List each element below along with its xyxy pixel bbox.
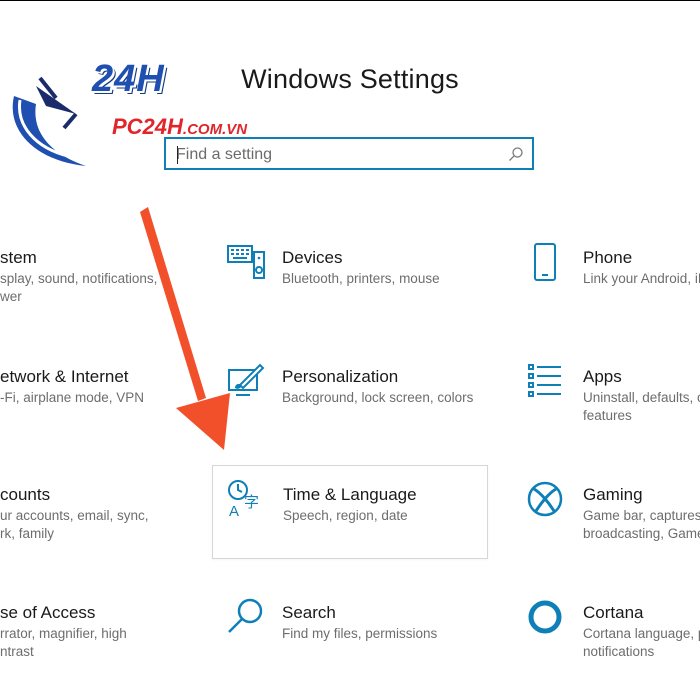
svg-text:字: 字 bbox=[244, 493, 259, 511]
tile-accounts[interactable]: counts ur accounts, email, sync, rk, fam… bbox=[0, 475, 202, 565]
paintbrush-monitor-icon bbox=[228, 363, 265, 396]
tile-apps[interactable]: Apps Uninstall, defaults, op features bbox=[513, 357, 700, 447]
tile-search[interactable]: Search Find my files, permissions bbox=[212, 593, 484, 683]
window-top-border bbox=[0, 0, 700, 1]
apps-list-icon bbox=[528, 364, 561, 397]
search-box[interactable] bbox=[164, 137, 534, 170]
tile-label: Gaming bbox=[583, 485, 643, 504]
tile-cortana[interactable]: Cortana Cortana language, perm notificat… bbox=[513, 593, 700, 683]
tile-label: se of Access bbox=[0, 603, 96, 622]
tile-desc-line: ntrast bbox=[0, 644, 34, 659]
tile-desc-line: features bbox=[583, 408, 632, 423]
tile-desc: Bluetooth, printers, mouse bbox=[282, 270, 482, 288]
tile-label: Devices bbox=[282, 248, 343, 267]
tile-desc-line: Link your Android, iPh bbox=[583, 271, 700, 286]
watermark-domain: .COM.VN bbox=[182, 121, 248, 138]
tile-desc: -Fi, airplane mode, VPN bbox=[0, 389, 200, 407]
tile-label: Phone bbox=[583, 248, 633, 267]
tile-gaming[interactable]: Gaming Game bar, captures, br broadcasti… bbox=[513, 475, 700, 565]
tile-desc-line: Cortana language, perm bbox=[583, 626, 700, 641]
tile-time-language[interactable]: A 字 Time & Language Speech, region, date bbox=[212, 465, 488, 559]
cortana-icon bbox=[528, 600, 562, 634]
watermark-site-name: PC24H bbox=[112, 114, 183, 139]
tile-label: stem bbox=[0, 248, 37, 267]
search-input[interactable] bbox=[176, 145, 496, 165]
tile-desc: Find my files, permissions bbox=[282, 625, 482, 643]
tile-system[interactable]: stem splay, sound, notifications, wer bbox=[0, 238, 202, 328]
xbox-icon bbox=[527, 481, 563, 517]
tile-desc: Game bar, captures, br broadcasting, Gam… bbox=[583, 507, 700, 543]
tile-desc: Cortana language, perm notifications bbox=[583, 625, 700, 661]
tile-desc: ur accounts, email, sync, rk, family bbox=[0, 507, 200, 543]
tile-desc-line: rk, family bbox=[0, 526, 54, 541]
keyboard-speaker-icon bbox=[227, 245, 265, 279]
tile-desc-line: Game bar, captures, br bbox=[583, 508, 700, 523]
tile-label: etwork & Internet bbox=[0, 367, 129, 386]
tile-label: Time & Language bbox=[283, 485, 417, 504]
tile-desc-line: -Fi, airplane mode, VPN bbox=[0, 390, 145, 405]
tile-desc-line: broadcasting, Game M bbox=[583, 526, 700, 541]
tile-devices[interactable]: Devices Bluetooth, printers, mouse bbox=[212, 238, 484, 328]
search-icon[interactable] bbox=[508, 146, 524, 162]
tile-desc: Uninstall, defaults, op features bbox=[583, 389, 700, 425]
tile-label: Cortana bbox=[583, 603, 644, 622]
tile-desc-line: Background, lock screen, colors bbox=[282, 390, 474, 405]
tile-desc-line: Uninstall, defaults, op bbox=[583, 390, 700, 405]
tile-desc-line: Bluetooth, printers, mouse bbox=[282, 271, 440, 286]
tile-ease-of-access[interactable]: se of Access rrator, magnifier, high ntr… bbox=[0, 593, 202, 683]
tile-desc: Background, lock screen, colors bbox=[282, 389, 482, 407]
tile-phone[interactable]: Phone Link your Android, iPh bbox=[513, 238, 700, 328]
tile-label: Search bbox=[282, 603, 336, 622]
text-caret bbox=[177, 146, 178, 164]
tile-label: Personalization bbox=[282, 367, 399, 386]
tile-desc-line: rrator, magnifier, high bbox=[0, 626, 127, 641]
tile-desc-line: notifications bbox=[583, 644, 655, 659]
tile-desc-line: Find my files, permissions bbox=[282, 626, 438, 641]
svg-text:A: A bbox=[229, 503, 239, 519]
tile-desc: splay, sound, notifications, wer bbox=[0, 270, 200, 306]
tile-desc-line: Speech, region, date bbox=[283, 508, 408, 523]
tile-label: Apps bbox=[583, 367, 622, 386]
search-icon bbox=[228, 598, 263, 633]
tile-desc-line: ur accounts, email, sync, bbox=[0, 508, 149, 523]
tile-desc: rrator, magnifier, high ntrast bbox=[0, 625, 200, 661]
tile-desc-line: wer bbox=[0, 289, 22, 304]
page-title: Windows Settings bbox=[241, 64, 459, 94]
phone-icon bbox=[534, 243, 556, 281]
tile-desc-line: splay, sound, notifications, bbox=[0, 271, 158, 286]
tile-desc: Link your Android, iPh bbox=[583, 270, 700, 288]
tile-personalization[interactable]: Personalization Background, lock screen,… bbox=[212, 357, 484, 447]
tile-label: counts bbox=[0, 485, 51, 504]
time-language-icon: A 字 bbox=[228, 480, 259, 519]
tile-desc: Speech, region, date bbox=[283, 507, 483, 525]
tile-network-internet[interactable]: etwork & Internet -Fi, airplane mode, VP… bbox=[0, 357, 202, 447]
